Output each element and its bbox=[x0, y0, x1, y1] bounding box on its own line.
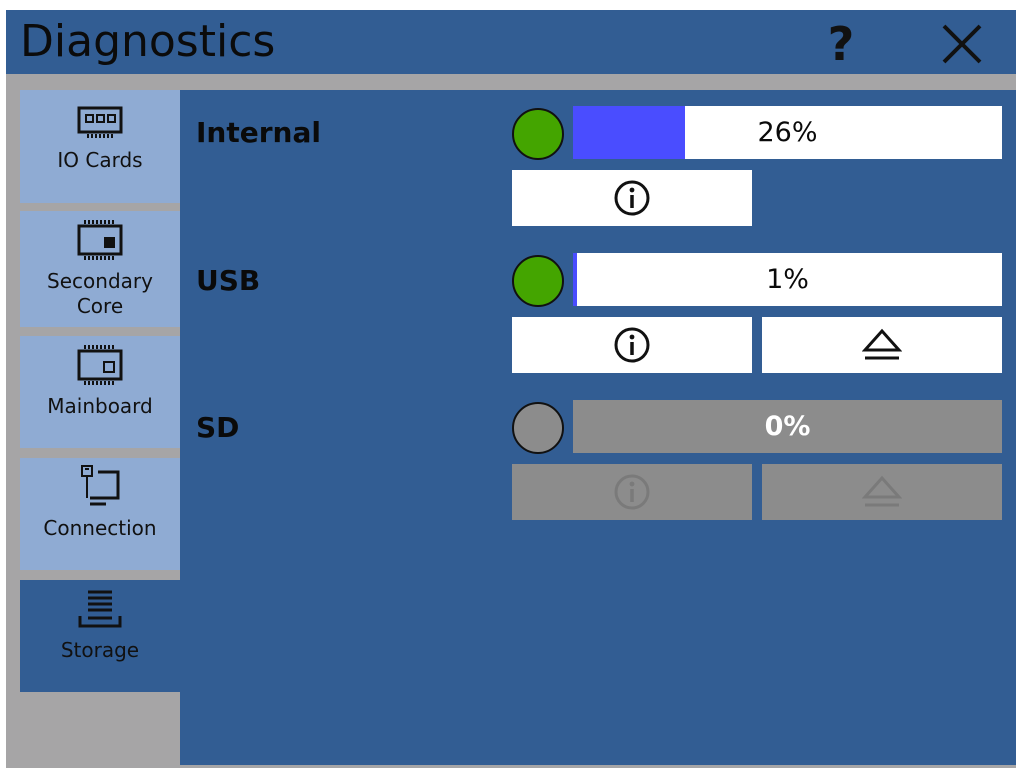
eject-button-usb[interactable] bbox=[762, 317, 1002, 373]
status-indicator-usb bbox=[512, 255, 564, 307]
info-icon bbox=[614, 180, 650, 216]
eject-button-sd[interactable] bbox=[762, 464, 1002, 520]
info-button-usb[interactable] bbox=[512, 317, 752, 373]
mainboard-icon bbox=[77, 345, 123, 385]
storage-panel: Internal 26% USB 1% SD 0% bbox=[180, 90, 1016, 765]
storage-label-internal: Internal bbox=[196, 116, 321, 149]
info-icon bbox=[614, 474, 650, 510]
sidebar-item-label: Storage bbox=[60, 638, 140, 662]
sidebar-item-mainboard[interactable]: Mainboard bbox=[20, 336, 180, 448]
io-card-icon bbox=[77, 106, 123, 138]
chip-icon bbox=[77, 220, 123, 260]
sidebar-item-secondary-core[interactable]: Secondary Core bbox=[20, 211, 180, 327]
usage-bar-internal: 26% bbox=[573, 106, 1002, 159]
usage-percent: 1% bbox=[766, 264, 809, 295]
connection-icon bbox=[81, 465, 120, 506]
status-indicator-internal bbox=[512, 108, 564, 160]
usage-percent: 26% bbox=[757, 117, 818, 148]
info-icon bbox=[614, 327, 650, 363]
info-button-internal[interactable] bbox=[512, 170, 752, 226]
eject-icon bbox=[862, 328, 902, 360]
eject-icon bbox=[862, 475, 902, 507]
sidebar-item-connection[interactable]: Connection bbox=[20, 458, 180, 570]
sidebar-item-label: Connection bbox=[43, 516, 157, 540]
storage-label-sd: SD bbox=[196, 411, 240, 444]
sidebar-item-storage[interactable]: Storage bbox=[20, 580, 180, 692]
sidebar-item-label: IO Cards bbox=[57, 148, 143, 172]
sidebar-item-io-cards[interactable]: IO Cards bbox=[20, 90, 180, 203]
storage-icon bbox=[78, 590, 122, 628]
diagnostics-window: Diagnostics ? IO Cards Secondary Core Ma… bbox=[6, 10, 1016, 768]
usage-bar-usb: 1% bbox=[573, 253, 1002, 306]
help-icon: ? bbox=[827, 17, 855, 71]
title-bar: Diagnostics ? bbox=[6, 10, 1016, 74]
sidebar-item-label: Secondary Core bbox=[47, 269, 153, 318]
sidebar-item-label: Mainboard bbox=[47, 394, 153, 418]
close-icon bbox=[942, 24, 982, 64]
usage-percent: 0% bbox=[764, 411, 811, 442]
usage-bar-sd: 0% bbox=[573, 400, 1002, 453]
close-button[interactable] bbox=[932, 18, 992, 70]
window-title: Diagnostics bbox=[20, 16, 276, 67]
help-button[interactable]: ? bbox=[810, 18, 872, 70]
info-button-sd[interactable] bbox=[512, 464, 752, 520]
storage-label-usb: USB bbox=[196, 264, 261, 297]
status-indicator-sd bbox=[512, 402, 564, 454]
